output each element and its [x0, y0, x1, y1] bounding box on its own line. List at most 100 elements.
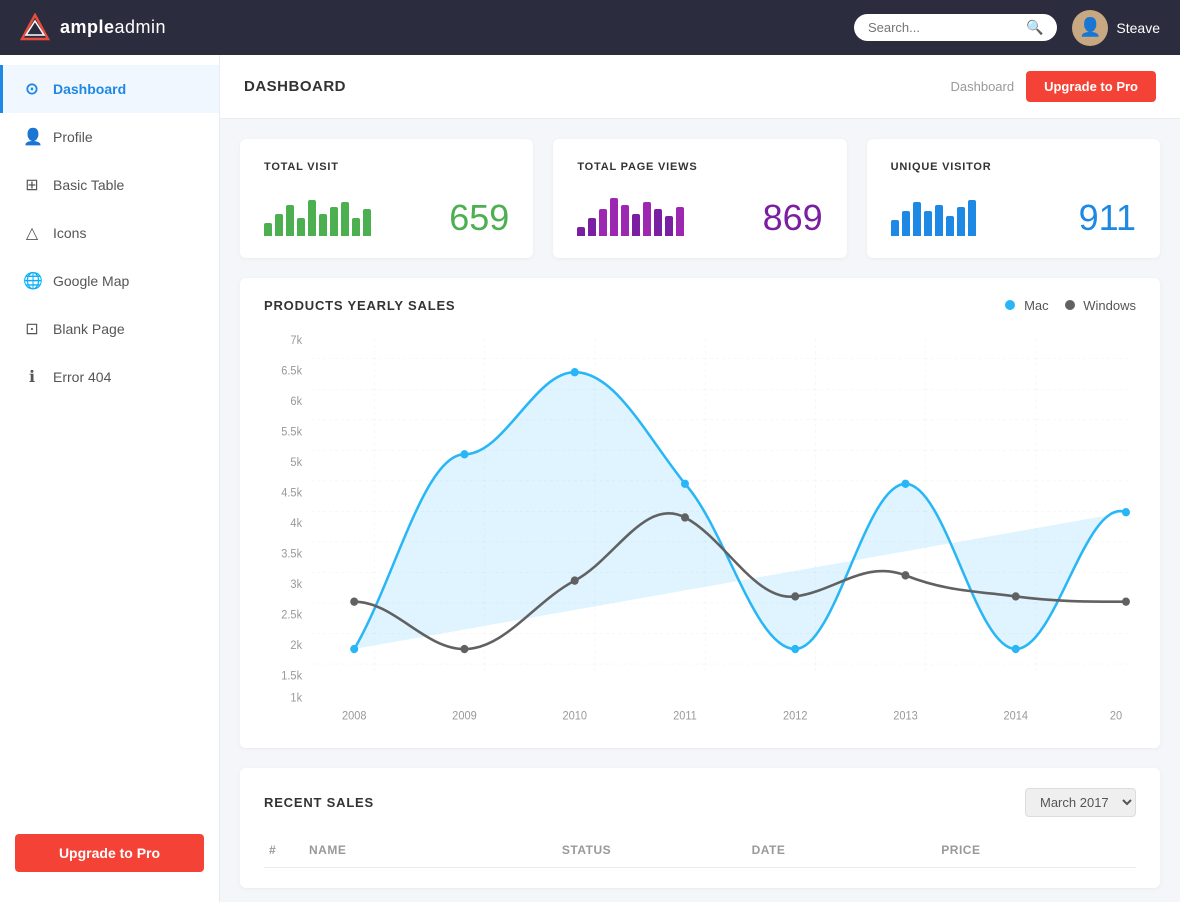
total-page-views-bars [577, 191, 684, 236]
chart-container: 7k 6.5k 6k 5.5k 5k 4.5k 4k 3.5k 3k 2.5k … [264, 328, 1136, 728]
recent-sales-section: RECENT SALES March 2017 # NAME STATUS DA… [240, 768, 1160, 888]
bar [902, 211, 910, 236]
unique-visitor-bars [891, 191, 976, 236]
unique-visitor-value: 911 [1079, 200, 1136, 236]
win-point [901, 571, 909, 579]
svg-text:1.5k: 1.5k [281, 670, 302, 682]
sidebar-upgrade-button[interactable]: Upgrade to Pro [15, 834, 204, 872]
bar [621, 205, 629, 237]
mac-point [571, 368, 579, 376]
layout: ⊙ Dashboard 👤 Profile ⊞ Basic Table △ Ic… [0, 55, 1180, 902]
breadcrumb: Dashboard [950, 79, 1014, 94]
dashboard-icon: ⊙ [23, 79, 41, 99]
bar [891, 220, 899, 236]
mac-point [681, 480, 689, 488]
logo-text: ampleadmin [60, 17, 166, 38]
user-info: 👤 Steave [1072, 10, 1160, 46]
col-date: DATE [752, 843, 942, 857]
search-box[interactable]: 🔍 [854, 14, 1057, 41]
mac-point [1012, 645, 1020, 653]
bar [665, 216, 673, 236]
sidebar-item-dashboard[interactable]: ⊙ Dashboard [0, 65, 219, 113]
sidebar-item-profile[interactable]: 👤 Profile [0, 113, 219, 161]
upgrade-to-pro-button[interactable]: Upgrade to Pro [1026, 71, 1156, 102]
search-input[interactable] [868, 20, 1018, 35]
win-point [791, 592, 799, 600]
month-select[interactable]: March 2017 [1025, 788, 1136, 817]
chart-header: PRODUCTS YEARLY SALES Mac Windows [264, 298, 1136, 313]
sidebar-item-blank-page[interactable]: ⊡ Blank Page [0, 305, 219, 353]
username: Steave [1116, 20, 1160, 36]
stat-card-total-visit: TOTAL VISIT 659 [240, 139, 533, 258]
bar [297, 218, 305, 236]
bar [676, 207, 684, 236]
map-icon: 🌐 [23, 271, 41, 291]
total-visit-body: 659 [264, 191, 509, 236]
col-name: NAME [309, 843, 562, 857]
svg-text:2011: 2011 [673, 710, 697, 722]
bar [935, 205, 943, 237]
sidebar-item-icons[interactable]: △ Icons [0, 209, 219, 257]
bar [913, 202, 921, 236]
total-page-views-value: 869 [763, 200, 823, 236]
col-status: STATUS [562, 843, 752, 857]
svg-text:5.5k: 5.5k [281, 426, 302, 438]
bar [308, 200, 316, 236]
svg-text:2008: 2008 [342, 710, 367, 722]
table-header: # NAME STATUS DATE PRICE [264, 833, 1136, 868]
bar [352, 218, 360, 236]
win-point [1122, 597, 1130, 605]
total-visit-value: 659 [449, 200, 509, 236]
total-visit-title: TOTAL VISIT [264, 161, 509, 173]
logo: ampleadmin [20, 13, 166, 43]
unique-visitor-title: UNIQUE VISITOR [891, 161, 1136, 173]
sidebar-item-basic-table[interactable]: ⊞ Basic Table [0, 161, 219, 209]
sidebar-label-icons: Icons [53, 225, 86, 241]
page-header: DASHBOARD Dashboard Upgrade to Pro [220, 55, 1180, 119]
main-content: DASHBOARD Dashboard Upgrade to Pro TOTAL… [220, 55, 1180, 902]
bar [632, 214, 640, 237]
icons-icon: △ [23, 223, 41, 243]
mac-dot [1005, 300, 1015, 310]
top-nav: ampleadmin 🔍 👤 Steave [0, 0, 1180, 55]
win-point [460, 645, 468, 653]
sidebar-item-google-map[interactable]: 🌐 Google Map [0, 257, 219, 305]
search-icon: 🔍 [1026, 19, 1043, 36]
svg-text:4.5k: 4.5k [281, 487, 302, 499]
stat-card-unique-visitor: UNIQUE VISITOR 911 [867, 139, 1160, 258]
bar [363, 209, 371, 236]
sidebar: ⊙ Dashboard 👤 Profile ⊞ Basic Table △ Ic… [0, 55, 220, 902]
unique-visitor-body: 911 [891, 191, 1136, 236]
stats-row: TOTAL VISIT 659 [220, 119, 1180, 258]
page-header-right: Dashboard Upgrade to Pro [950, 71, 1156, 102]
win-point [350, 597, 358, 605]
blank-page-icon: ⊡ [23, 319, 41, 339]
bar [588, 218, 596, 236]
svg-text:5k: 5k [290, 457, 302, 469]
col-number: # [269, 843, 309, 857]
stat-card-total-page-views: TOTAL PAGE VIEWS 869 [553, 139, 846, 258]
bar [946, 216, 954, 236]
bar [610, 198, 618, 236]
logo-icon [20, 13, 50, 43]
bar [643, 202, 651, 236]
svg-text:2013: 2013 [893, 710, 918, 722]
bar [286, 205, 294, 237]
sidebar-label-basic-table: Basic Table [53, 177, 124, 193]
windows-dot [1065, 300, 1075, 310]
chart-section: PRODUCTS YEARLY SALES Mac Windows [240, 278, 1160, 748]
bar [275, 214, 283, 237]
mac-point [1122, 508, 1130, 516]
bar [968, 200, 976, 236]
sidebar-label-error-404: Error 404 [53, 369, 111, 385]
sidebar-label-dashboard: Dashboard [53, 81, 126, 97]
win-point [681, 513, 689, 521]
sidebar-item-error-404[interactable]: ℹ Error 404 [0, 353, 219, 401]
win-point [1012, 592, 1020, 600]
svg-text:2.5k: 2.5k [281, 609, 302, 621]
sidebar-label-google-map: Google Map [53, 273, 129, 289]
profile-icon: 👤 [23, 127, 41, 147]
bar [264, 223, 272, 237]
win-point [571, 576, 579, 584]
svg-text:3.5k: 3.5k [281, 548, 302, 560]
